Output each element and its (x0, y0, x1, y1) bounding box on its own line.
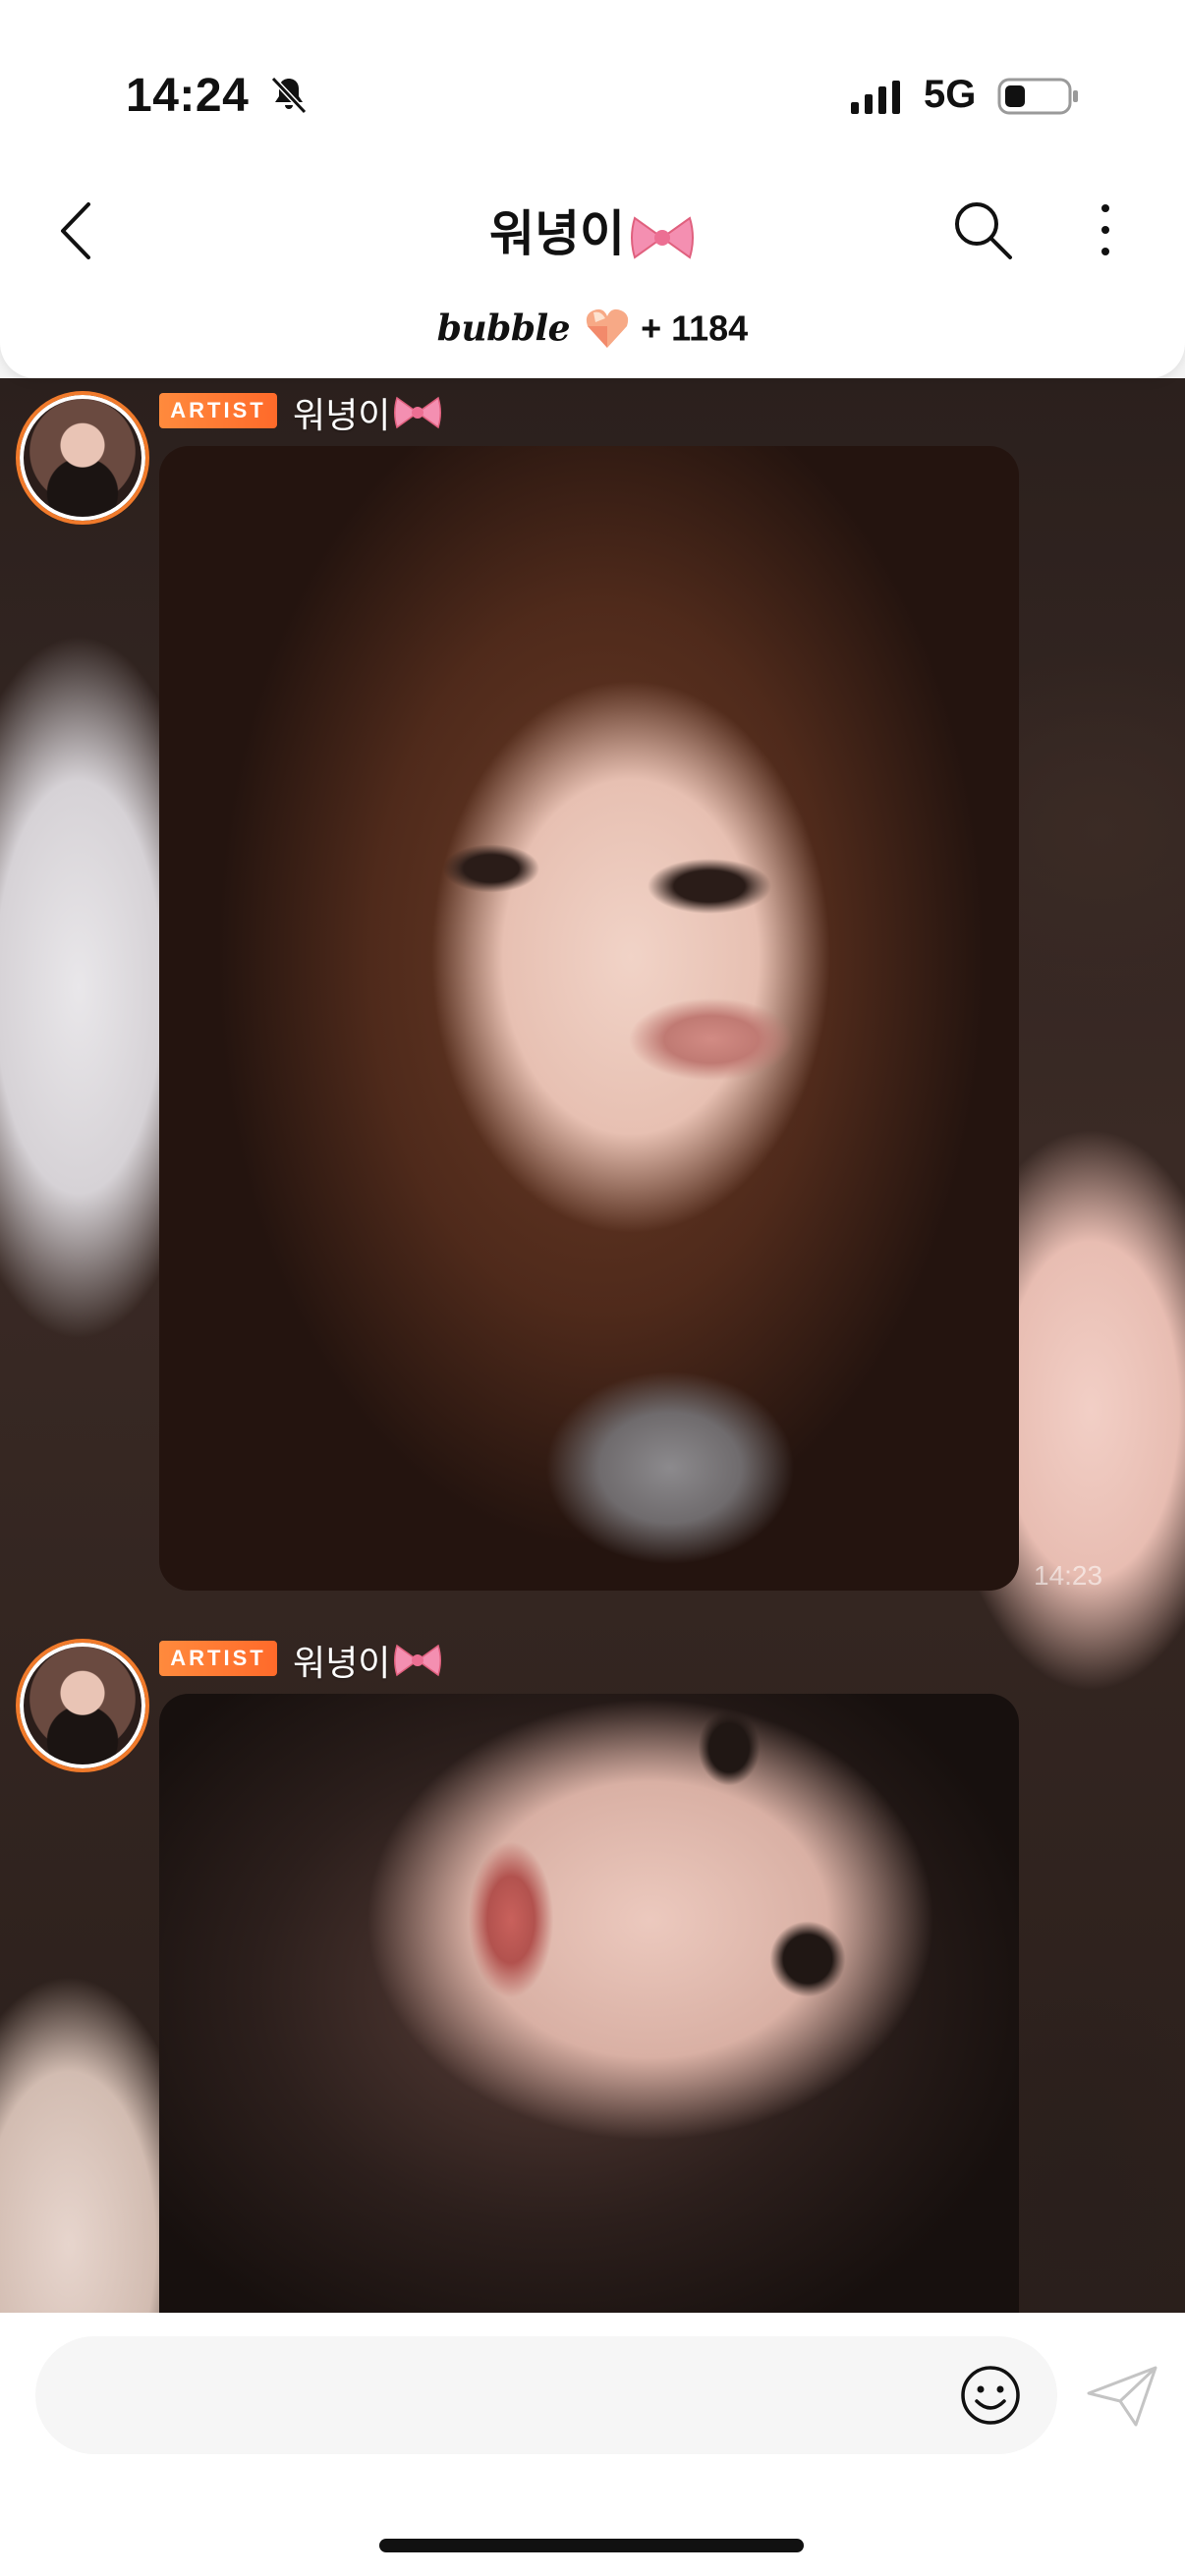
artist-badge: ARTIST (159, 1641, 277, 1676)
search-icon[interactable] (949, 196, 1016, 263)
signal-icon (851, 81, 900, 114)
bubble-count-row: bubble + 1184 (0, 307, 1185, 365)
message-timestamp: 14:23 (1034, 1560, 1103, 1591)
message-composer (0, 2313, 1185, 2576)
ribbon-bow-icon (631, 216, 694, 259)
status-bar: 14:24 5G (0, 0, 1185, 167)
send-icon[interactable] (1085, 2364, 1159, 2429)
sender-name: 워녕이 (293, 1635, 443, 1686)
status-time: 14:24 (126, 70, 250, 122)
sender-name-text: 워녕이 (293, 395, 391, 435)
network-type: 5G (924, 73, 977, 116)
emoji-icon[interactable] (959, 2364, 1022, 2427)
photo-message[interactable] (159, 1694, 1019, 2323)
home-indicator (379, 2539, 804, 2552)
photo-message[interactable] (159, 446, 1019, 1591)
more-options-icon[interactable] (1081, 195, 1130, 265)
heart-gem-icon (586, 308, 629, 348)
bubble-label: bubble (436, 308, 571, 350)
bubble-count: + 1184 (641, 308, 749, 349)
sender-name-text: 워녕이 (293, 1643, 391, 1683)
top-header-card: 14:24 5G 워녕이 bubble + 1184 (0, 0, 1185, 378)
ribbon-bow-icon (394, 396, 442, 429)
ribbon-bow-icon (394, 1644, 442, 1677)
battery-icon (997, 78, 1078, 115)
bell-slash-icon (270, 76, 308, 115)
chat-header: 워녕이 (0, 167, 1185, 295)
avatar[interactable] (16, 1639, 149, 1772)
message-input[interactable] (35, 2336, 1057, 2454)
chat-title-text: 워녕이 (489, 206, 625, 261)
sender-name: 워녕이 (293, 387, 443, 438)
artist-badge: ARTIST (159, 393, 277, 428)
avatar[interactable] (16, 391, 149, 525)
